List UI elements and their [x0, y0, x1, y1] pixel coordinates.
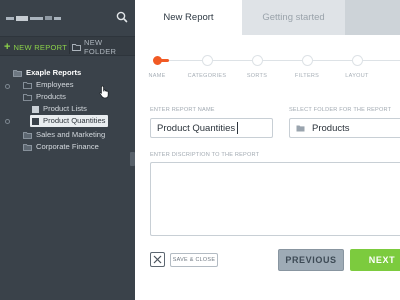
new-report-label: NEW REPORT: [13, 42, 68, 52]
tree-dot-selected: [5, 119, 10, 124]
tree-item-label: Corporate Finance: [36, 142, 99, 151]
new-folder-button[interactable]: NEW FOLDER: [72, 38, 135, 56]
description-textarea[interactable]: [150, 162, 400, 236]
step-label: CATEGORIES: [187, 73, 227, 79]
previous-button[interactable]: PREVIOUS: [278, 249, 344, 271]
main-panel: New Report Getting started NAME CATEGORIE…: [135, 0, 400, 300]
tree-item-products[interactable]: Products: [23, 91, 66, 103]
actions-divider: [69, 40, 70, 54]
tree-item-sales-and-marketing[interactable]: Sales and Marketing: [23, 129, 105, 141]
tree-item-label: Sales and Marketing: [36, 130, 106, 139]
folder-icon: [13, 64, 22, 82]
folder-icon: [72, 38, 81, 56]
close-button[interactable]: [150, 252, 165, 267]
description-label: ENTER DISCRIPTION TO THE REPORT: [150, 152, 260, 158]
sidebar: + NEW REPORT NEW FOLDER Exaple Reports E…: [0, 0, 135, 300]
step-dot-sorts[interactable]: [251, 55, 263, 66]
tree-item-corporate-finance[interactable]: Corporate Finance: [23, 141, 99, 153]
text-caret: [237, 122, 239, 134]
tab-label: New Report: [163, 12, 214, 23]
tree-dot-employees: [5, 84, 10, 89]
steps-track: [155, 60, 400, 61]
tree-item-product-quantities[interactable]: Product Quantities: [30, 112, 109, 130]
tab-more[interactable]: [345, 0, 400, 35]
step-dot-name[interactable]: [152, 56, 162, 65]
sidebar-actions: + NEW REPORT NEW FOLDER: [0, 36, 135, 56]
report-name-value: Product Quantities: [157, 122, 236, 134]
folder-select-value: Products: [312, 122, 350, 134]
step-dot-filters[interactable]: [301, 55, 313, 66]
folder-select[interactable]: Products: [289, 118, 400, 138]
report-icon: [32, 112, 39, 130]
step-label: SORTS: [246, 73, 268, 79]
tab-getting-started[interactable]: Getting started: [242, 0, 345, 35]
tree-item-product-lists[interactable]: Product Lists: [32, 103, 87, 115]
tree-item-label: Product Quantities: [43, 116, 106, 125]
tree-item-label: Product Lists: [43, 104, 87, 113]
folder-icon: [23, 138, 32, 156]
tree-item-label: Exaple Reports: [26, 68, 82, 77]
tab-bar: New Report Getting started: [135, 0, 400, 35]
tab-label: Getting started: [262, 12, 325, 23]
tree-item-label: Products: [36, 92, 66, 101]
wizard-steps: NAMECATEGORIESSORTSFILTERSLAYOUTO: [135, 52, 400, 82]
save-and-close-button[interactable]: SAVE & CLOSE: [170, 253, 218, 267]
step-dot-categories[interactable]: [201, 55, 213, 66]
folder-icon: [23, 88, 32, 106]
folder-icon: [296, 119, 305, 137]
plus-icon: +: [4, 41, 11, 53]
step-label: NAME: [148, 73, 166, 79]
tab-new-report[interactable]: New Report: [135, 0, 242, 35]
hand-cursor-icon: [99, 85, 111, 99]
next-button[interactable]: NEXT: [350, 249, 400, 271]
new-report-button[interactable]: + NEW REPORT: [4, 41, 67, 53]
new-folder-label: NEW FOLDER: [84, 38, 117, 56]
step-label: FILTERS: [294, 73, 320, 79]
app-logo: [6, 13, 61, 23]
tree-item-label: Employees: [36, 80, 74, 89]
close-icon: [153, 251, 162, 269]
search-icon[interactable]: [115, 10, 129, 24]
report-name-label: ENTER REPORT NAME: [150, 107, 215, 113]
step-label: LAYOUT: [345, 73, 369, 79]
step-dot-layout[interactable]: [351, 55, 363, 66]
report-name-input[interactable]: Product Quantities: [150, 118, 273, 138]
folder-select-label: SELECT FOLDER FOR THE REPORT: [289, 107, 392, 113]
